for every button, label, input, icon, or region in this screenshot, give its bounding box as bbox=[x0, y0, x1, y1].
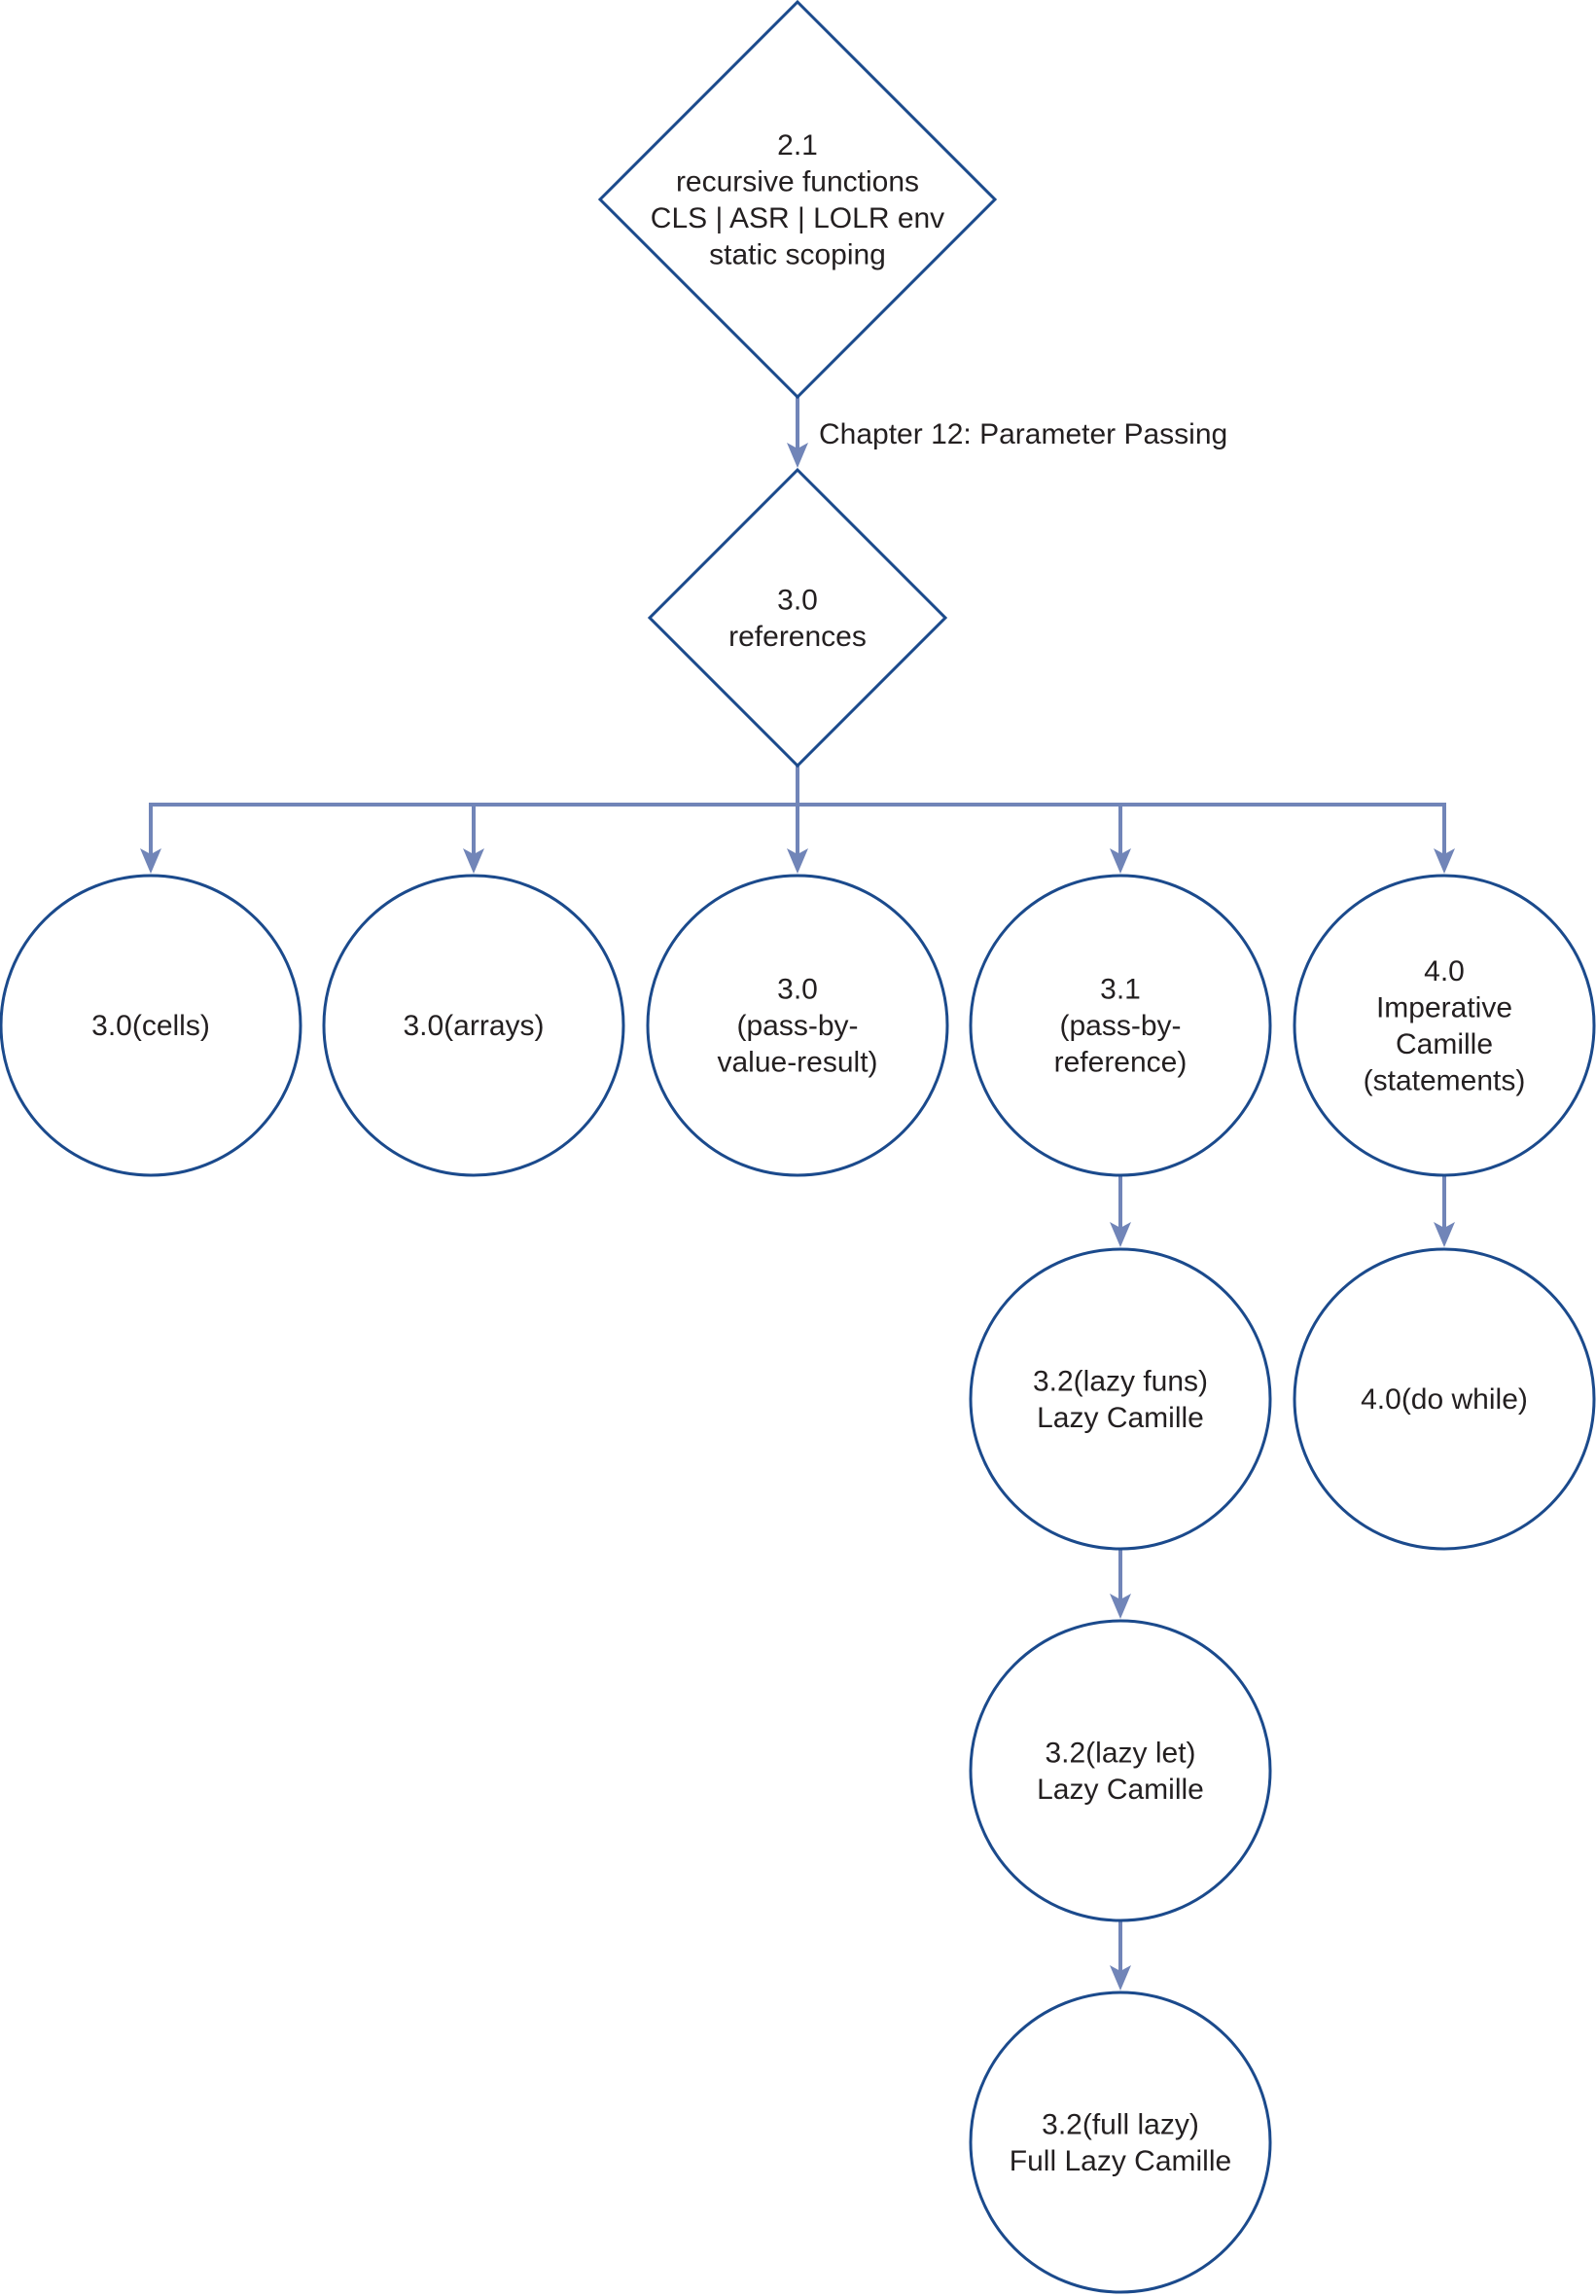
circle-shape bbox=[1293, 874, 1596, 1177]
node-dowhile: 4.0(do while) bbox=[1293, 1247, 1596, 1551]
node-label-line: 4.0(do while) bbox=[1361, 1383, 1528, 1416]
node-label-line: reference) bbox=[1054, 1047, 1188, 1079]
node-label-line: 3.2(lazy funs) bbox=[1033, 1365, 1208, 1397]
node-arrays: 3.0(arrays) bbox=[322, 874, 625, 1177]
diamond-shape bbox=[597, 0, 998, 400]
node-label-line: Camille bbox=[1396, 1028, 1493, 1060]
node-label-line: (statements) bbox=[1364, 1064, 1526, 1096]
node-cells: 3.0(cells) bbox=[0, 874, 302, 1177]
node-label-line: 3.0(arrays) bbox=[403, 1010, 544, 1042]
circle-shape bbox=[969, 1619, 1272, 1922]
node-label-line: recursive functions bbox=[676, 165, 919, 197]
node-label-line: 3.2(lazy let) bbox=[1045, 1737, 1195, 1769]
node-fulllazy: 3.2(full lazy) Full Lazy Camille bbox=[969, 1991, 1272, 2294]
node-label-line: static scoping bbox=[709, 238, 886, 270]
node-label-line: 3.0 bbox=[777, 974, 818, 1006]
node-lazylet: 3.2(lazy let) Lazy Camille bbox=[969, 1619, 1272, 1922]
edge-n30-to-arrays bbox=[472, 766, 799, 856]
node-pbr: 3.1 (pass-by-reference) bbox=[969, 874, 1272, 1177]
diamond-shape bbox=[647, 467, 948, 769]
node-label-line: references bbox=[728, 621, 867, 653]
node-label-line: 4.0 bbox=[1424, 955, 1465, 987]
flow-diagram: 2.1 recursive functions CLS | ASR | LOLR e… bbox=[0, 0, 1596, 2294]
node-label-line: 3.2(full lazy) bbox=[1042, 2108, 1199, 2140]
circle-shape bbox=[969, 1991, 1272, 2294]
node-lazyfuns: 3.2(lazy funs) Lazy Camille bbox=[969, 1247, 1272, 1551]
node-n30: 3.0 references bbox=[647, 467, 948, 769]
node-label-line: value-result) bbox=[717, 1047, 877, 1079]
node-label-line: 2.1 bbox=[777, 129, 818, 161]
node-pbvr: 3.0 (pass-by-value-result) bbox=[646, 874, 949, 1177]
node-label-line: Full Lazy Camille bbox=[1010, 2145, 1231, 2177]
node-label-line: Lazy Camille bbox=[1037, 1402, 1204, 1434]
node-label-line: (pass-by- bbox=[736, 1010, 858, 1042]
node-label-line: 3.1 bbox=[1100, 974, 1141, 1006]
edge-label-chapter-12: Chapter 12: Parameter Passing bbox=[819, 418, 1227, 450]
node-label-line: Lazy Camille bbox=[1037, 1774, 1204, 1806]
node-label-line: (pass-by- bbox=[1059, 1010, 1181, 1042]
node-label-line: Imperative bbox=[1376, 991, 1512, 1023]
node-label-line: CLS | ASR | LOLR env bbox=[651, 202, 944, 234]
node-label-line: 3.0 bbox=[777, 584, 818, 616]
node-label-line: 3.0(cells) bbox=[91, 1010, 210, 1042]
circle-shape bbox=[969, 1247, 1272, 1551]
nodes-layer: 2.1 recursive functions CLS | ASR | LOLR e… bbox=[0, 0, 1596, 2294]
node-imp: 4.0 Imperative Camille (statements) bbox=[1293, 874, 1596, 1177]
edge-n30-to-pbr bbox=[796, 766, 1122, 856]
node-n21: 2.1 recursive functions CLS | ASR | LOLR e… bbox=[597, 0, 998, 400]
